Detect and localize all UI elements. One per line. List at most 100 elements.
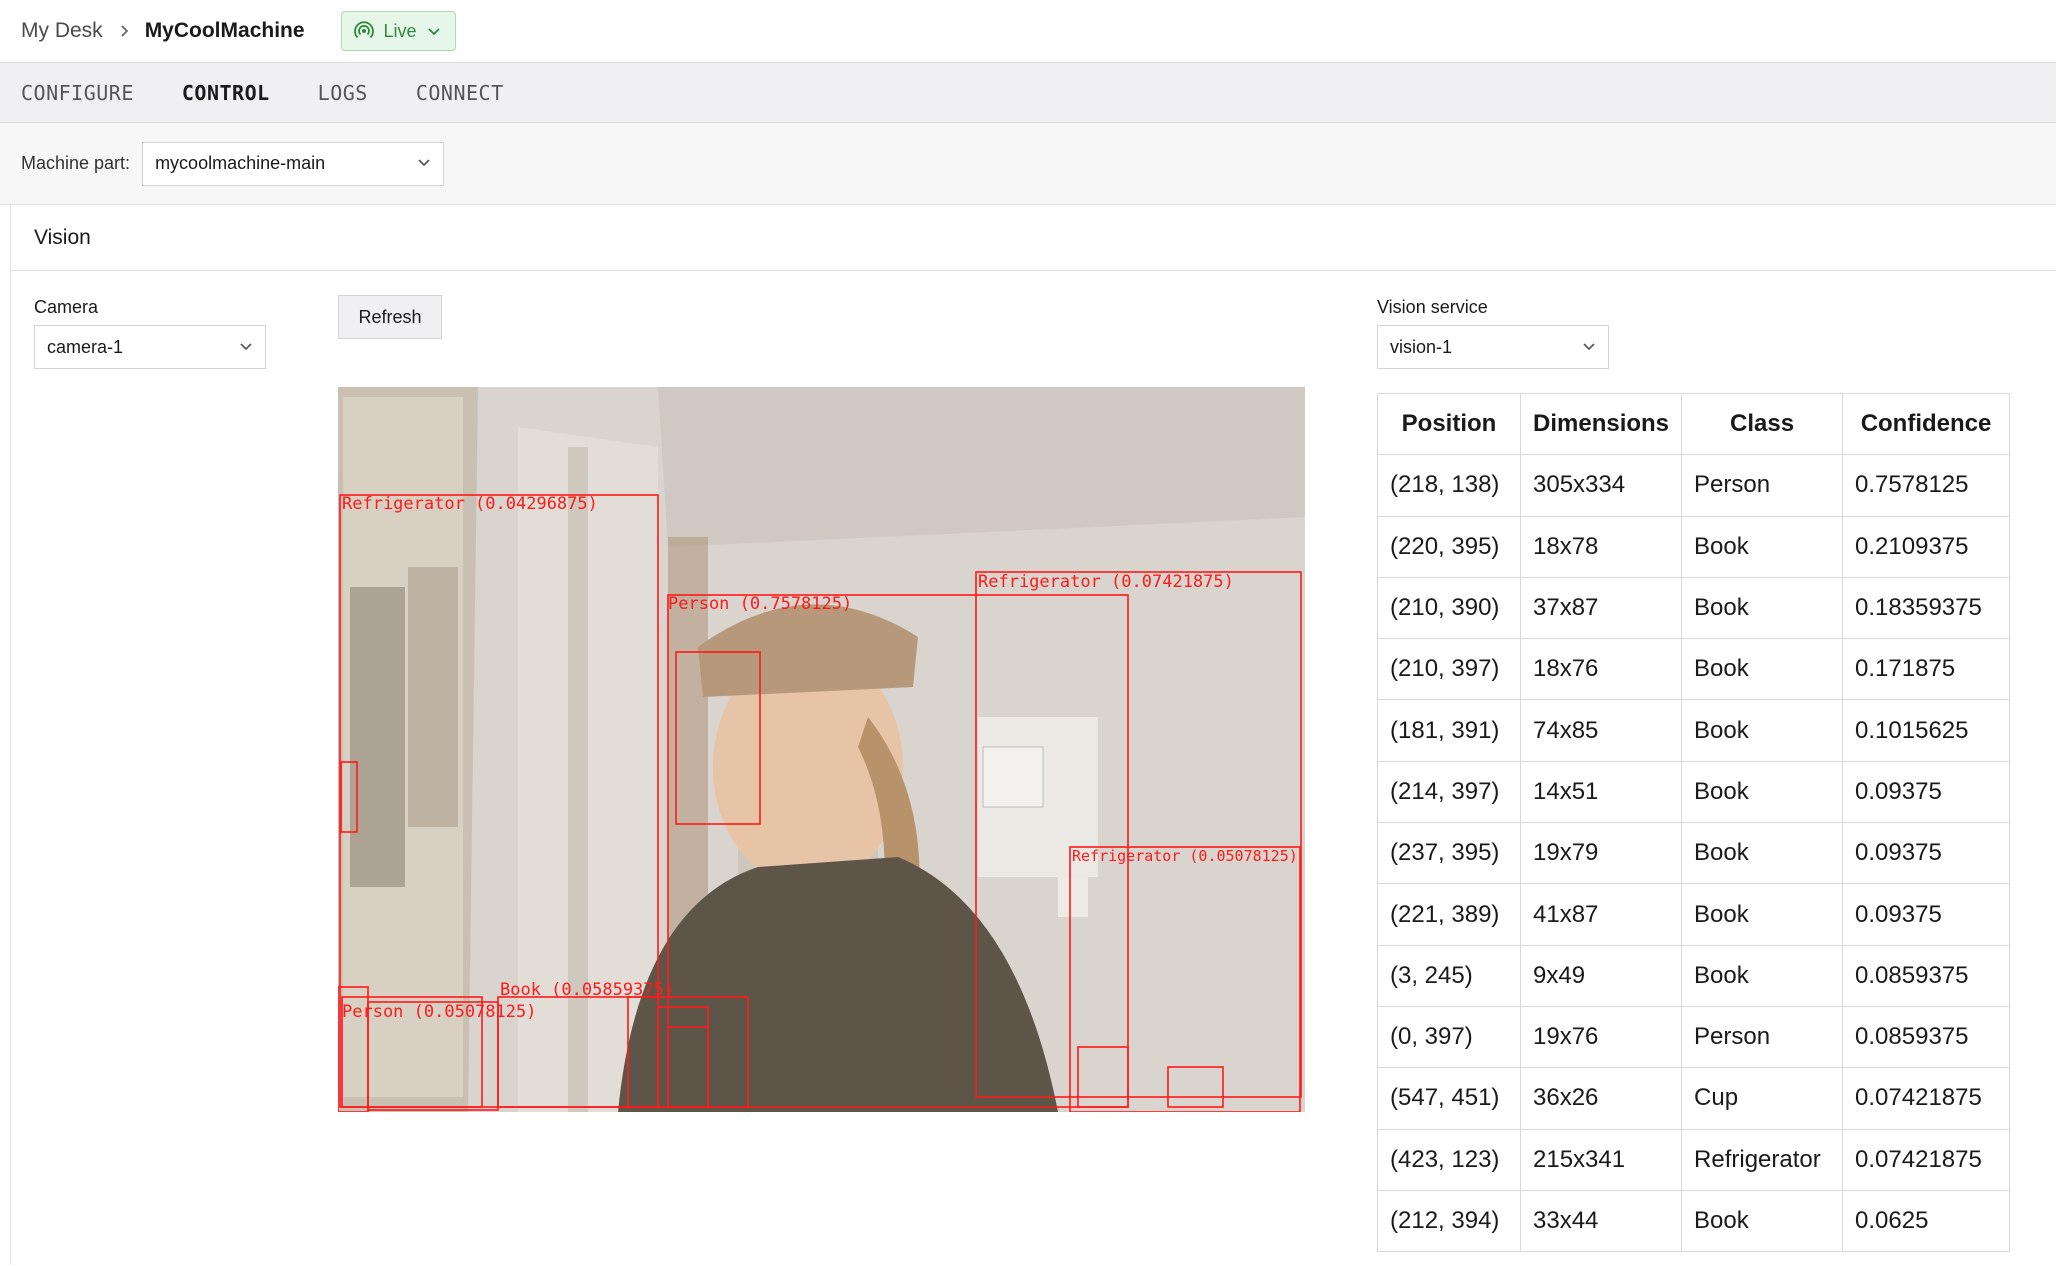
cell-dimensions: 19x76 [1519,1005,1683,1069]
table-row: (210, 397) 18x76 Book 0.171875 [1377,638,2011,701]
detections-table: Position Dimensions Class Confidence (21… [1377,392,2011,1253]
cell-confidence: 0.0859375 [1842,1005,2011,1069]
live-status-dropdown[interactable]: Live [340,11,456,51]
column-header-confidence: Confidence [1842,392,2011,456]
table-row: (218, 138) 305x334 Person 0.7578125 [1377,454,2011,517]
cell-position: (218, 138) [1377,454,1521,517]
table-row: (3, 245) 9x49 Book 0.0859375 [1377,944,2011,1007]
cell-dimensions: 18x78 [1519,515,1683,578]
table-row: (0, 397) 19x76 Person 0.0859375 [1377,1005,2011,1069]
main-tabs: CONFIGURE CONTROL LOGS CONNECT [0,63,2056,123]
overlay-label-fridge2: Refrigerator (0.07421875) [978,572,1234,592]
cell-dimensions: 14x51 [1519,760,1683,824]
cell-class: Book [1681,1189,1844,1253]
cell-class: Book [1681,515,1844,578]
cell-class: Book [1681,760,1844,824]
cell-confidence: 0.2109375 [1842,515,2011,578]
cell-dimensions: 36x26 [1519,1067,1683,1130]
cell-class: Person [1681,1005,1844,1069]
machine-part-value: mycoolmachine-main [155,153,326,173]
breadcrumb-current: MyCoolMachine [144,19,305,42]
machine-part-select[interactable]: mycoolmachine-main [142,141,445,186]
cell-class: Book [1681,699,1844,762]
cell-position: (3, 245) [1377,944,1521,1007]
table-row: (181, 391) 74x85 Book 0.1015625 [1377,699,2011,762]
camera-select[interactable]: camera-1 [34,325,266,369]
table-row: (547, 451) 36x26 Cup 0.07421875 [1377,1067,2011,1130]
camera-label: Camera [34,297,99,317]
cell-confidence: 0.09375 [1842,883,2011,946]
chevron-down-icon [427,24,441,38]
cell-position: (423, 123) [1377,1128,1521,1191]
cell-position: (220, 395) [1377,515,1521,578]
machine-part-row: Machine part: mycoolmachine-main [0,123,2056,205]
cell-dimensions: 41x87 [1519,883,1683,946]
broadcast-icon [353,21,374,41]
overlay-label-person2: Person (0.05078125) [342,1002,536,1022]
vision-service-select[interactable]: vision-1 [1377,325,1609,369]
cell-confidence: 0.0859375 [1842,944,2011,1007]
tab-logs[interactable]: LOGS [318,81,368,105]
tab-configure[interactable]: CONFIGURE [21,81,134,105]
cell-dimensions: 9x49 [1519,944,1683,1007]
table-header-row: Position Dimensions Class Confidence [1377,392,2011,456]
cell-class: Person [1681,454,1844,517]
breadcrumb-root-link[interactable]: My Desk [21,19,103,43]
top-bar: My Desk MyCoolMachine Live [0,0,2056,63]
live-status-label: Live [383,20,417,41]
cell-dimensions: 33x44 [1519,1189,1683,1253]
column-header-dimensions: Dimensions [1519,392,1683,456]
overlay-label-fridge1: Refrigerator (0.04296875) [342,494,598,514]
refresh-button[interactable]: Refresh [338,295,442,339]
cell-class: Refrigerator [1681,1128,1844,1191]
cell-confidence: 0.09375 [1842,822,2011,885]
overlay-label-person1: Person (0.7578125) [668,594,852,614]
cell-class: Cup [1681,1067,1844,1130]
cell-dimensions: 74x85 [1519,699,1683,762]
overlay-label-book1: Book (0.05859375) [500,980,674,1000]
cell-confidence: 0.171875 [1842,638,2011,701]
cell-class: Book [1681,638,1844,701]
cell-dimensions: 19x79 [1519,822,1683,885]
cell-position: (237, 395) [1377,822,1521,885]
camera-value: camera-1 [47,336,124,357]
cell-dimensions: 215x341 [1519,1128,1683,1191]
detections-table-body: (218, 138) 305x334 Person 0.7578125 (220, 39… [1377,454,2011,1253]
cell-position: (214, 397) [1377,760,1521,824]
cell-position: (0, 397) [1377,1005,1521,1069]
cell-position: (547, 451) [1377,1067,1521,1130]
table-row: (214, 397) 14x51 Book 0.09375 [1377,760,2011,824]
table-row: (210, 390) 37x87 Book 0.18359375 [1377,576,2011,640]
cell-position: (212, 394) [1377,1189,1521,1253]
cell-confidence: 0.18359375 [1842,576,2011,640]
cell-position: (210, 397) [1377,638,1521,701]
cell-class: Book [1681,822,1844,885]
tab-connect[interactable]: CONNECT [416,81,504,105]
vision-service-label: Vision service [1377,297,1488,317]
cell-position: (210, 390) [1377,576,1521,640]
table-row: (423, 123) 215x341 Refrigerator 0.07421875 [1377,1128,2011,1191]
table-row: (212, 394) 33x44 Book 0.0625 [1377,1189,2011,1253]
cell-dimensions: 305x334 [1519,454,1683,517]
tab-control[interactable]: CONTROL [182,81,270,105]
vision-service-value: vision-1 [1390,336,1453,357]
cell-confidence: 0.07421875 [1842,1067,2011,1130]
cell-confidence: 0.1015625 [1842,699,2011,762]
cell-confidence: 0.09375 [1842,760,2011,824]
chevron-down-icon [239,337,253,358]
chevron-right-icon [117,24,131,38]
column-header-class: Class [1681,392,1844,456]
cell-dimensions: 37x87 [1519,576,1683,640]
cell-position: (181, 391) [1377,699,1521,762]
machine-part-label: Machine part: [21,153,131,173]
cell-class: Book [1681,576,1844,640]
overlay-label-fridge3: Refrigerator (0.05078125) [1072,847,1298,865]
cell-confidence: 0.7578125 [1842,454,2011,517]
cell-position: (221, 389) [1377,883,1521,946]
column-header-position: Position [1377,392,1521,456]
cell-class: Book [1681,883,1844,946]
table-row: (237, 395) 19x79 Book 0.09375 [1377,822,2011,885]
chevron-down-icon [1582,337,1596,358]
vision-card-title: Vision [11,205,2056,271]
table-row: (220, 395) 18x78 Book 0.2109375 [1377,515,2011,578]
